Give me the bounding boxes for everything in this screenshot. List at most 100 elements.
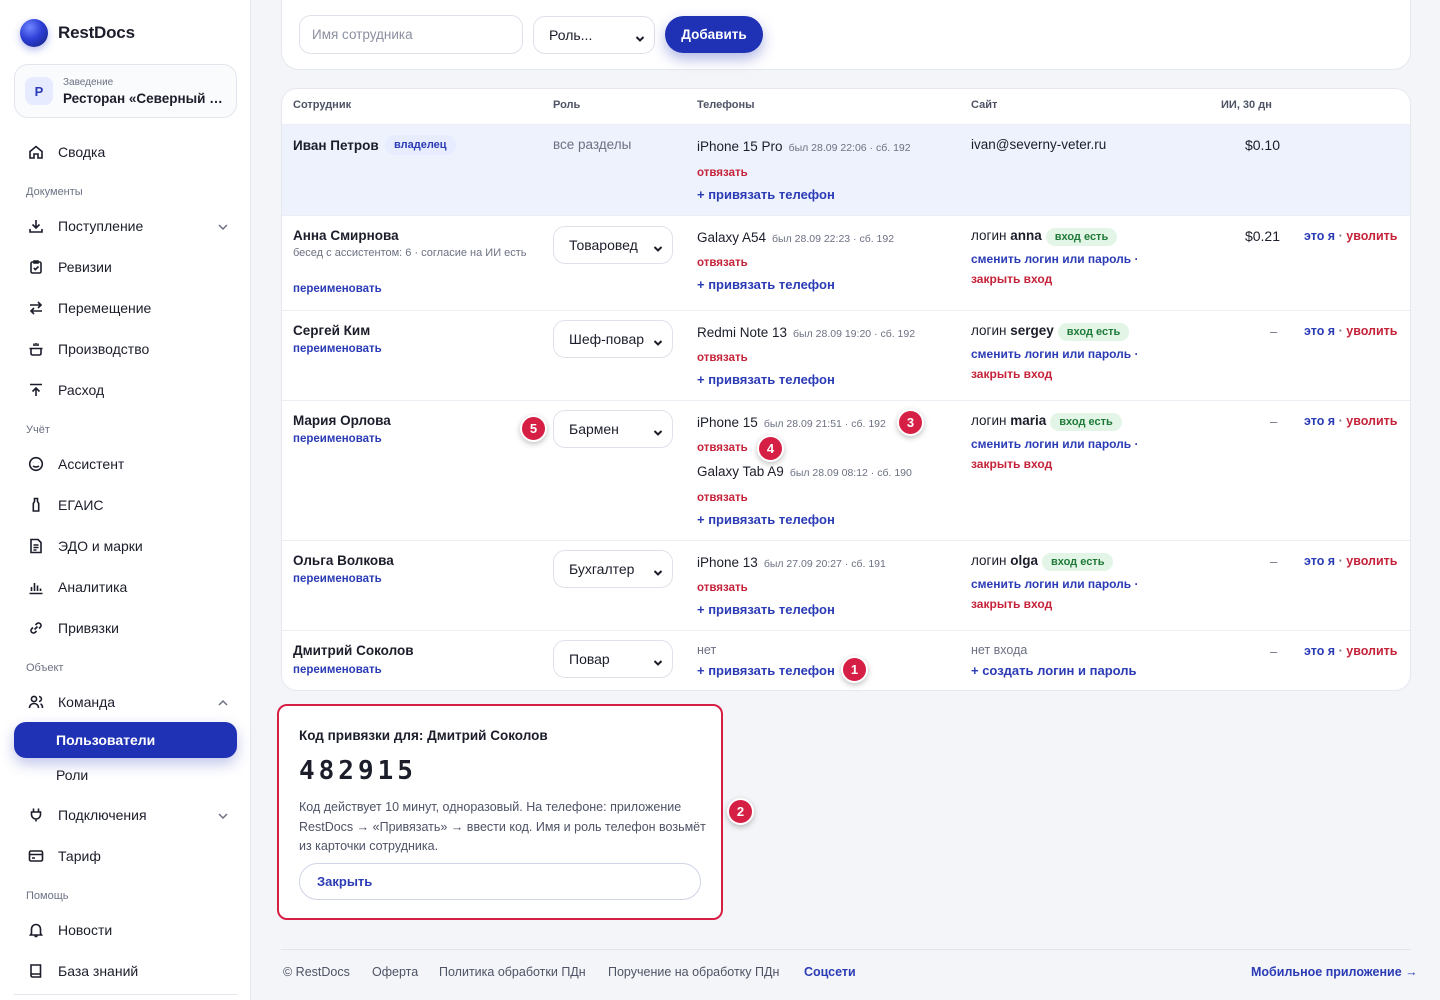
employee-role-select[interactable]: Товаровед bbox=[553, 226, 673, 264]
rename-link[interactable]: переименовать bbox=[293, 283, 382, 295]
venue-switcher[interactable]: Р Заведение Ресторан «Северный ветер» bbox=[14, 64, 237, 118]
footer-socials-link[interactable]: Соцсети bbox=[804, 965, 856, 979]
create-login-link[interactable]: + создать логин и пароль bbox=[971, 663, 1137, 678]
change-login-link[interactable]: сменить логин или пароль · bbox=[971, 577, 1139, 591]
this-is-me-link[interactable]: это я bbox=[1304, 644, 1335, 658]
bind-phone-link[interactable]: + привязать телефон bbox=[697, 663, 835, 678]
nav-analytics[interactable]: Аналитика bbox=[14, 570, 237, 604]
change-login-link[interactable]: сменить логин или пароль · bbox=[971, 347, 1139, 361]
nav-audits[interactable]: Ревизии bbox=[14, 250, 237, 284]
close-code-button[interactable]: Закрыть bbox=[299, 863, 701, 900]
sidebar-divider bbox=[14, 994, 237, 995]
phone-entry: Galaxy Tab A9 был 28.09 08:12 · сб. 190 bbox=[697, 464, 912, 479]
employee-name-input[interactable]: Имя сотрудника bbox=[299, 15, 523, 54]
this-is-me-link[interactable]: это я bbox=[1304, 229, 1335, 243]
close-login-link[interactable]: закрыть вход bbox=[971, 367, 1052, 381]
role-select-value: Бухгалтер bbox=[569, 561, 635, 577]
close-login-link[interactable]: закрыть вход bbox=[971, 272, 1052, 286]
unlink-phone-link[interactable]: отвязать bbox=[697, 352, 748, 364]
marker-2: 2 bbox=[727, 798, 754, 825]
bind-phone-link[interactable]: + привязать телефон bbox=[697, 277, 835, 292]
phone-last-seen: был 28.09 22:23 · сб. 192 bbox=[772, 233, 895, 245]
phone-model: Redmi Note 13 bbox=[697, 325, 788, 340]
employee-role-select[interactable]: Повар bbox=[553, 640, 673, 678]
chevron-down-icon bbox=[653, 335, 663, 346]
fire-link[interactable]: уволить bbox=[1346, 324, 1397, 338]
footer-instruction-link[interactable]: Поручение на обработку ПДн bbox=[608, 965, 779, 979]
nav-kb[interactable]: База знаний bbox=[14, 954, 237, 988]
nav-summary[interactable]: Сводка bbox=[14, 135, 237, 169]
row-divider bbox=[282, 124, 1410, 125]
employee-role-select[interactable]: Бухгалтер bbox=[553, 550, 673, 588]
pot-icon bbox=[28, 341, 44, 357]
nav-production[interactable]: Производство bbox=[14, 332, 237, 366]
unlink-phone-link[interactable]: отвязать bbox=[697, 442, 748, 454]
fire-link[interactable]: уволить bbox=[1346, 229, 1397, 243]
unlink-phone-link[interactable]: отвязать bbox=[697, 167, 748, 179]
this-is-me-link[interactable]: это я bbox=[1304, 324, 1335, 338]
nav-tariff[interactable]: Тариф bbox=[14, 839, 237, 873]
phone-model: iPhone 15 bbox=[697, 415, 758, 430]
unlink-phone-link[interactable]: отвязать bbox=[697, 257, 748, 269]
employee-name: Анна Смирнова bbox=[293, 228, 399, 243]
footer-privacy-link[interactable]: Политика обработки ПДн bbox=[439, 965, 586, 979]
chevron-down-icon bbox=[653, 241, 663, 252]
login-prefix: логин bbox=[971, 323, 1007, 338]
nav-expense[interactable]: Расход bbox=[14, 373, 237, 407]
login-name: anna bbox=[1010, 228, 1042, 243]
bind-phone-link[interactable]: + привязать телефон bbox=[697, 512, 835, 527]
nav-transfer[interactable]: Перемещение bbox=[14, 291, 237, 325]
footer-offer-link[interactable]: Оферта bbox=[372, 965, 418, 979]
nav-users[interactable]: Пользователи bbox=[14, 722, 237, 758]
employee-name: Иван Петров bbox=[293, 138, 379, 153]
rename-link[interactable]: переименовать bbox=[293, 343, 382, 355]
fire-link[interactable]: уволить bbox=[1346, 414, 1397, 428]
close-login-link[interactable]: закрыть вход bbox=[971, 457, 1052, 471]
nav-income[interactable]: Поступление bbox=[14, 209, 237, 243]
login-active-badge: вход есть bbox=[1045, 228, 1118, 246]
nav-connections[interactable]: Подключения bbox=[14, 798, 237, 832]
no-phone-text: нет bbox=[697, 643, 717, 657]
header-phones: Телефоны bbox=[697, 99, 755, 111]
bell-icon bbox=[28, 922, 44, 938]
change-login-link[interactable]: сменить логин или пароль · bbox=[971, 437, 1139, 451]
home-icon bbox=[28, 144, 44, 160]
employee-role-select[interactable]: Шеф-повар bbox=[553, 320, 673, 358]
nav-egais[interactable]: ЕГАИС bbox=[14, 488, 237, 522]
phone-last-seen: был 28.09 19:20 · сб. 192 bbox=[793, 328, 916, 340]
rename-link[interactable]: переименовать bbox=[293, 573, 382, 585]
nav-bindings[interactable]: Привязки bbox=[14, 611, 237, 645]
footer-mobile-app-link[interactable]: Мобильное приложение → bbox=[1251, 965, 1418, 979]
bind-phone-link[interactable]: + привязать телефон bbox=[697, 372, 835, 387]
nav-assistant[interactable]: Ассистент bbox=[14, 447, 237, 481]
employee-role-select[interactable]: Бармен bbox=[553, 410, 673, 448]
nav-tariff-label: Тариф bbox=[58, 848, 101, 864]
role-select[interactable]: Роль... bbox=[533, 16, 655, 54]
fire-link[interactable]: уволить bbox=[1346, 554, 1397, 568]
this-is-me-link[interactable]: это я bbox=[1304, 554, 1335, 568]
phone-entry: iPhone 13 был 27.09 20:27 · сб. 191 bbox=[697, 555, 886, 570]
bind-phone-link[interactable]: + привязать телефон bbox=[697, 187, 835, 202]
brand-logo-icon bbox=[20, 19, 48, 47]
bind-phone-link[interactable]: + привязать телефон bbox=[697, 602, 835, 617]
nav-team[interactable]: Команда bbox=[14, 685, 237, 719]
this-is-me-link[interactable]: это я bbox=[1304, 414, 1335, 428]
binding-code-card: Код привязки для: Дмитрий Соколов 482915… bbox=[277, 704, 723, 920]
nav-edo[interactable]: ЭДО и марки bbox=[14, 529, 237, 563]
fire-link[interactable]: уволить bbox=[1346, 644, 1397, 658]
nav-roles[interactable]: Роли bbox=[14, 757, 237, 793]
phone-model: iPhone 13 bbox=[697, 555, 758, 570]
employee-name: Дмитрий Соколов bbox=[293, 643, 414, 658]
footer-copyright: © RestDocs bbox=[283, 965, 350, 979]
add-employee-button[interactable]: Добавить bbox=[665, 16, 763, 53]
nav-news[interactable]: Новости bbox=[14, 913, 237, 947]
close-login-link[interactable]: закрыть вход bbox=[971, 597, 1052, 611]
brand[interactable]: RestDocs bbox=[20, 19, 135, 47]
row-actions: это я · уволить bbox=[1304, 324, 1397, 338]
change-login-link[interactable]: сменить логин или пароль · bbox=[971, 252, 1139, 266]
unlink-phone-link[interactable]: отвязать bbox=[697, 492, 748, 504]
rename-link[interactable]: переименовать bbox=[293, 664, 382, 676]
rename-link[interactable]: переименовать bbox=[293, 433, 382, 445]
nav-transfer-label: Перемещение bbox=[58, 300, 152, 316]
unlink-phone-link[interactable]: отвязать bbox=[697, 582, 748, 594]
